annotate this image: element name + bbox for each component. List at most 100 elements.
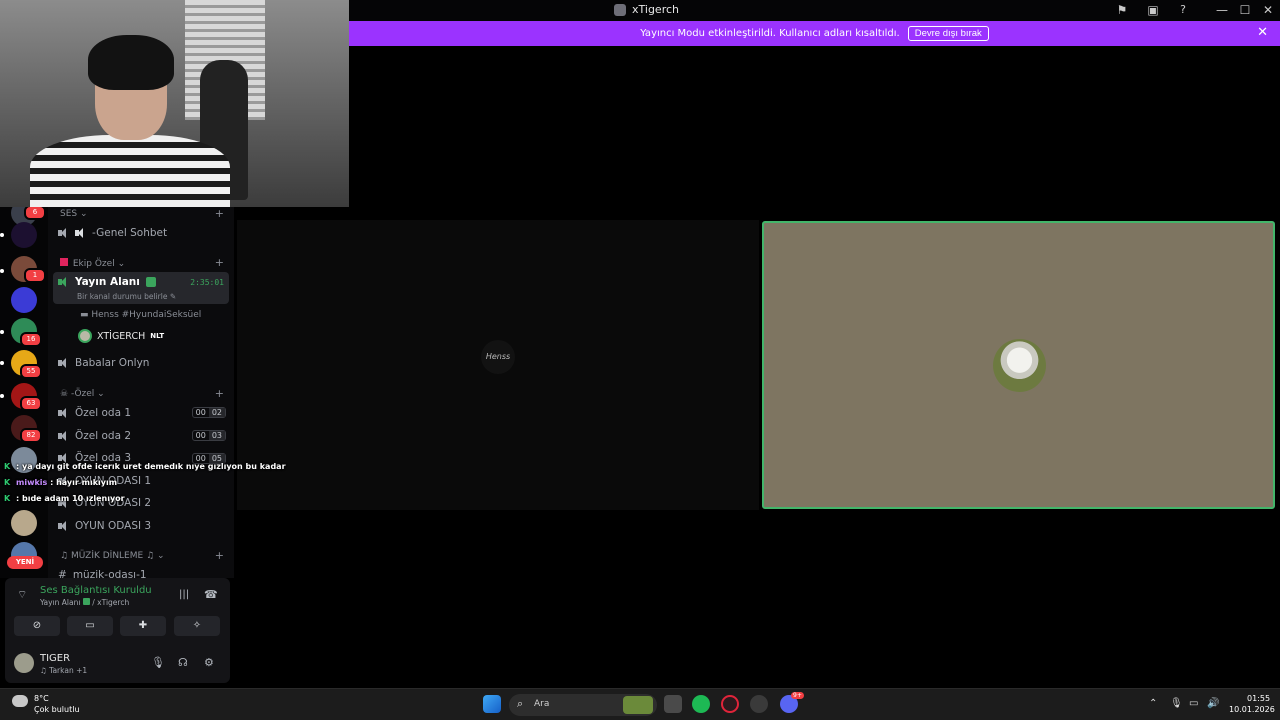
screen-share-icon[interactable]: ▭ xyxy=(67,616,113,636)
unread-badge: 6 xyxy=(24,205,46,220)
channel-genel-sohbet[interactable]: -Genel Sohbet xyxy=(58,227,167,239)
pencil-icon: ✎ xyxy=(169,292,177,301)
active-channel-header[interactable]: Yayın Alanı xyxy=(58,276,156,288)
microphone-icon[interactable]: 🎙 xyxy=(151,656,165,669)
headphones-icon[interactable]: ☊ xyxy=(178,656,188,669)
noise-suppression-icon[interactable]: ||| xyxy=(179,589,189,600)
discord-app: Henss xTigerch ⚑ ▣ ? — ☐ ✕ Yayıncı Modu … xyxy=(0,0,1280,688)
channel-status[interactable]: Bir kanal durumu belirle ✎ xyxy=(77,292,176,301)
server-avatar[interactable] xyxy=(11,510,37,536)
voice-location[interactable]: Yayın Alanı / xTigerch xyxy=(40,598,129,607)
stream-timer: 2:35:01 xyxy=(190,278,224,287)
member-tag: NLT xyxy=(150,332,165,340)
banner-message: Yayıncı Modu etkinleştirildi. Kullanıcı … xyxy=(640,28,900,39)
channel-oyun-odasi-3[interactable]: OYUN ODASI 3 xyxy=(58,520,151,532)
steam-icon[interactable] xyxy=(750,695,768,713)
maximize-button[interactable]: ☐ xyxy=(1237,3,1253,17)
chevron-up-icon[interactable]: ⌃ xyxy=(1149,698,1157,709)
add-channel-icon[interactable]: + xyxy=(215,207,224,220)
unread-badge: 16 xyxy=(20,332,42,347)
category-ses[interactable]: SES ⌄ xyxy=(60,209,88,219)
category-muzik-dinleme[interactable]: ♫ MÜZİK DİNLEME ♫ ⌄ xyxy=(60,551,165,561)
volume-icon[interactable]: 🔊 xyxy=(1207,698,1219,709)
disconnect-icon[interactable]: ☎ xyxy=(204,588,218,601)
speaker-icon xyxy=(58,277,69,287)
weather-temp[interactable]: 8°C xyxy=(34,694,49,703)
clock-date[interactable]: 10.01.2026 xyxy=(1229,705,1275,714)
weather-desc[interactable]: Çok bulutlu xyxy=(34,705,80,714)
avatar xyxy=(78,329,92,343)
striped-shirt xyxy=(30,135,230,207)
webcam-overlay xyxy=(0,0,349,207)
server-avatar[interactable] xyxy=(11,222,37,248)
windows-start-icon[interactable] xyxy=(483,695,501,713)
music-note-icon: ♫ xyxy=(40,666,47,675)
search-highlight-icon xyxy=(623,696,653,714)
camera-off-icon[interactable]: ⊘ xyxy=(14,616,60,636)
add-channel-icon[interactable]: + xyxy=(215,549,224,562)
avatar[interactable] xyxy=(14,653,34,673)
chevron-down-icon: ⌄ xyxy=(157,551,165,561)
clock-time[interactable]: 01:55 xyxy=(1247,694,1270,703)
channel-ozel-oda-1[interactable]: Özel oda 1 xyxy=(58,407,131,419)
activities-icon[interactable]: ✚ xyxy=(120,616,166,636)
voice-member[interactable]: XTİGERCH NLT xyxy=(78,329,164,343)
file-explorer-icon[interactable] xyxy=(664,695,682,713)
hash-icon: # xyxy=(58,569,67,578)
user-limit-badge: 00 03 xyxy=(191,430,226,441)
search-box[interactable]: ⌕ Ara xyxy=(509,694,657,716)
chat-message: K miwkis : hayır mıkıyım xyxy=(4,478,118,487)
signal-icon[interactable]: ⌔ xyxy=(17,588,27,602)
participant-tile-henss[interactable]: Henss xyxy=(237,220,759,510)
participant-avatar: Henss xyxy=(481,340,515,374)
unread-dot xyxy=(0,269,4,273)
unread-badge: 82 xyxy=(20,428,42,443)
disable-streamer-mode-button[interactable]: Devre dışı bırak xyxy=(907,26,989,41)
chevron-down-icon: ⌄ xyxy=(117,259,126,269)
unread-badge: 63 xyxy=(20,396,42,411)
skull-icon: ☠ xyxy=(60,389,69,399)
opera-icon[interactable] xyxy=(721,695,739,713)
channel-list: SES ⌄ + -Genel Sohbet Ekip Özel ⌄ + Yayı… xyxy=(48,200,234,578)
flag-icon[interactable]: ⚑ xyxy=(1114,3,1130,17)
speaker-icon xyxy=(58,521,69,531)
music-note-icon: ♫ xyxy=(60,551,69,561)
unread-dot xyxy=(0,233,4,237)
help-icon[interactable]: ? xyxy=(1175,3,1191,16)
channel-muzik-odasi-1[interactable]: # müzik-odası-1 xyxy=(58,569,147,578)
channel-babalar-onlyn[interactable]: Babalar Onlyn xyxy=(58,357,149,369)
gear-icon[interactable]: ⚙ xyxy=(204,656,214,669)
soundboard-icon[interactable]: ✧ xyxy=(174,616,220,636)
new-servers-pill[interactable]: YENİ xyxy=(7,556,43,569)
user-name[interactable]: TIGER xyxy=(40,653,70,664)
server-rail: 6 1 16 55 63 82 xyxy=(0,200,48,578)
close-icon[interactable]: ✕ xyxy=(1257,25,1268,40)
server-avatar[interactable] xyxy=(11,287,37,313)
search-placeholder: Ara xyxy=(534,699,550,709)
user-limit-badge: 00 02 xyxy=(191,407,226,418)
participant-tile-tiger[interactable] xyxy=(762,221,1275,509)
inbox-icon[interactable]: ▣ xyxy=(1145,3,1161,17)
user-activity: ♫ Tarkan +1 xyxy=(40,666,88,675)
chevron-down-icon: ⌄ xyxy=(80,209,88,219)
unread-dot xyxy=(0,361,4,365)
discord-badge: 9+ xyxy=(791,692,804,699)
stream-icon: ▬ xyxy=(80,310,92,320)
network-icon[interactable]: ▭ xyxy=(1189,698,1198,709)
microphone-icon[interactable]: 🎙 xyxy=(1170,698,1183,709)
channel-ozel-oda-2[interactable]: Özel oda 2 xyxy=(58,430,131,442)
category-ekip-ozel[interactable]: Ekip Özel ⌄ xyxy=(60,258,125,269)
minimize-button[interactable]: — xyxy=(1214,3,1230,17)
voice-member[interactable]: ▬ Henss #HyundaiSeksüel xyxy=(80,310,201,320)
voice-status[interactable]: Ses Bağlantısı Kuruldu xyxy=(40,585,152,596)
unread-dot xyxy=(0,330,4,334)
add-channel-icon[interactable]: + xyxy=(215,256,224,269)
hair xyxy=(88,35,174,90)
tiger-avatar xyxy=(993,339,1046,392)
close-button[interactable]: ✕ xyxy=(1260,3,1276,17)
add-channel-icon[interactable]: + xyxy=(215,387,224,400)
spotify-icon[interactable] xyxy=(692,695,710,713)
category-ozel[interactable]: ☠ -Özel ⌄ xyxy=(60,389,105,399)
cloud-icon[interactable] xyxy=(12,695,28,707)
window-title: xTigerch xyxy=(614,3,679,16)
